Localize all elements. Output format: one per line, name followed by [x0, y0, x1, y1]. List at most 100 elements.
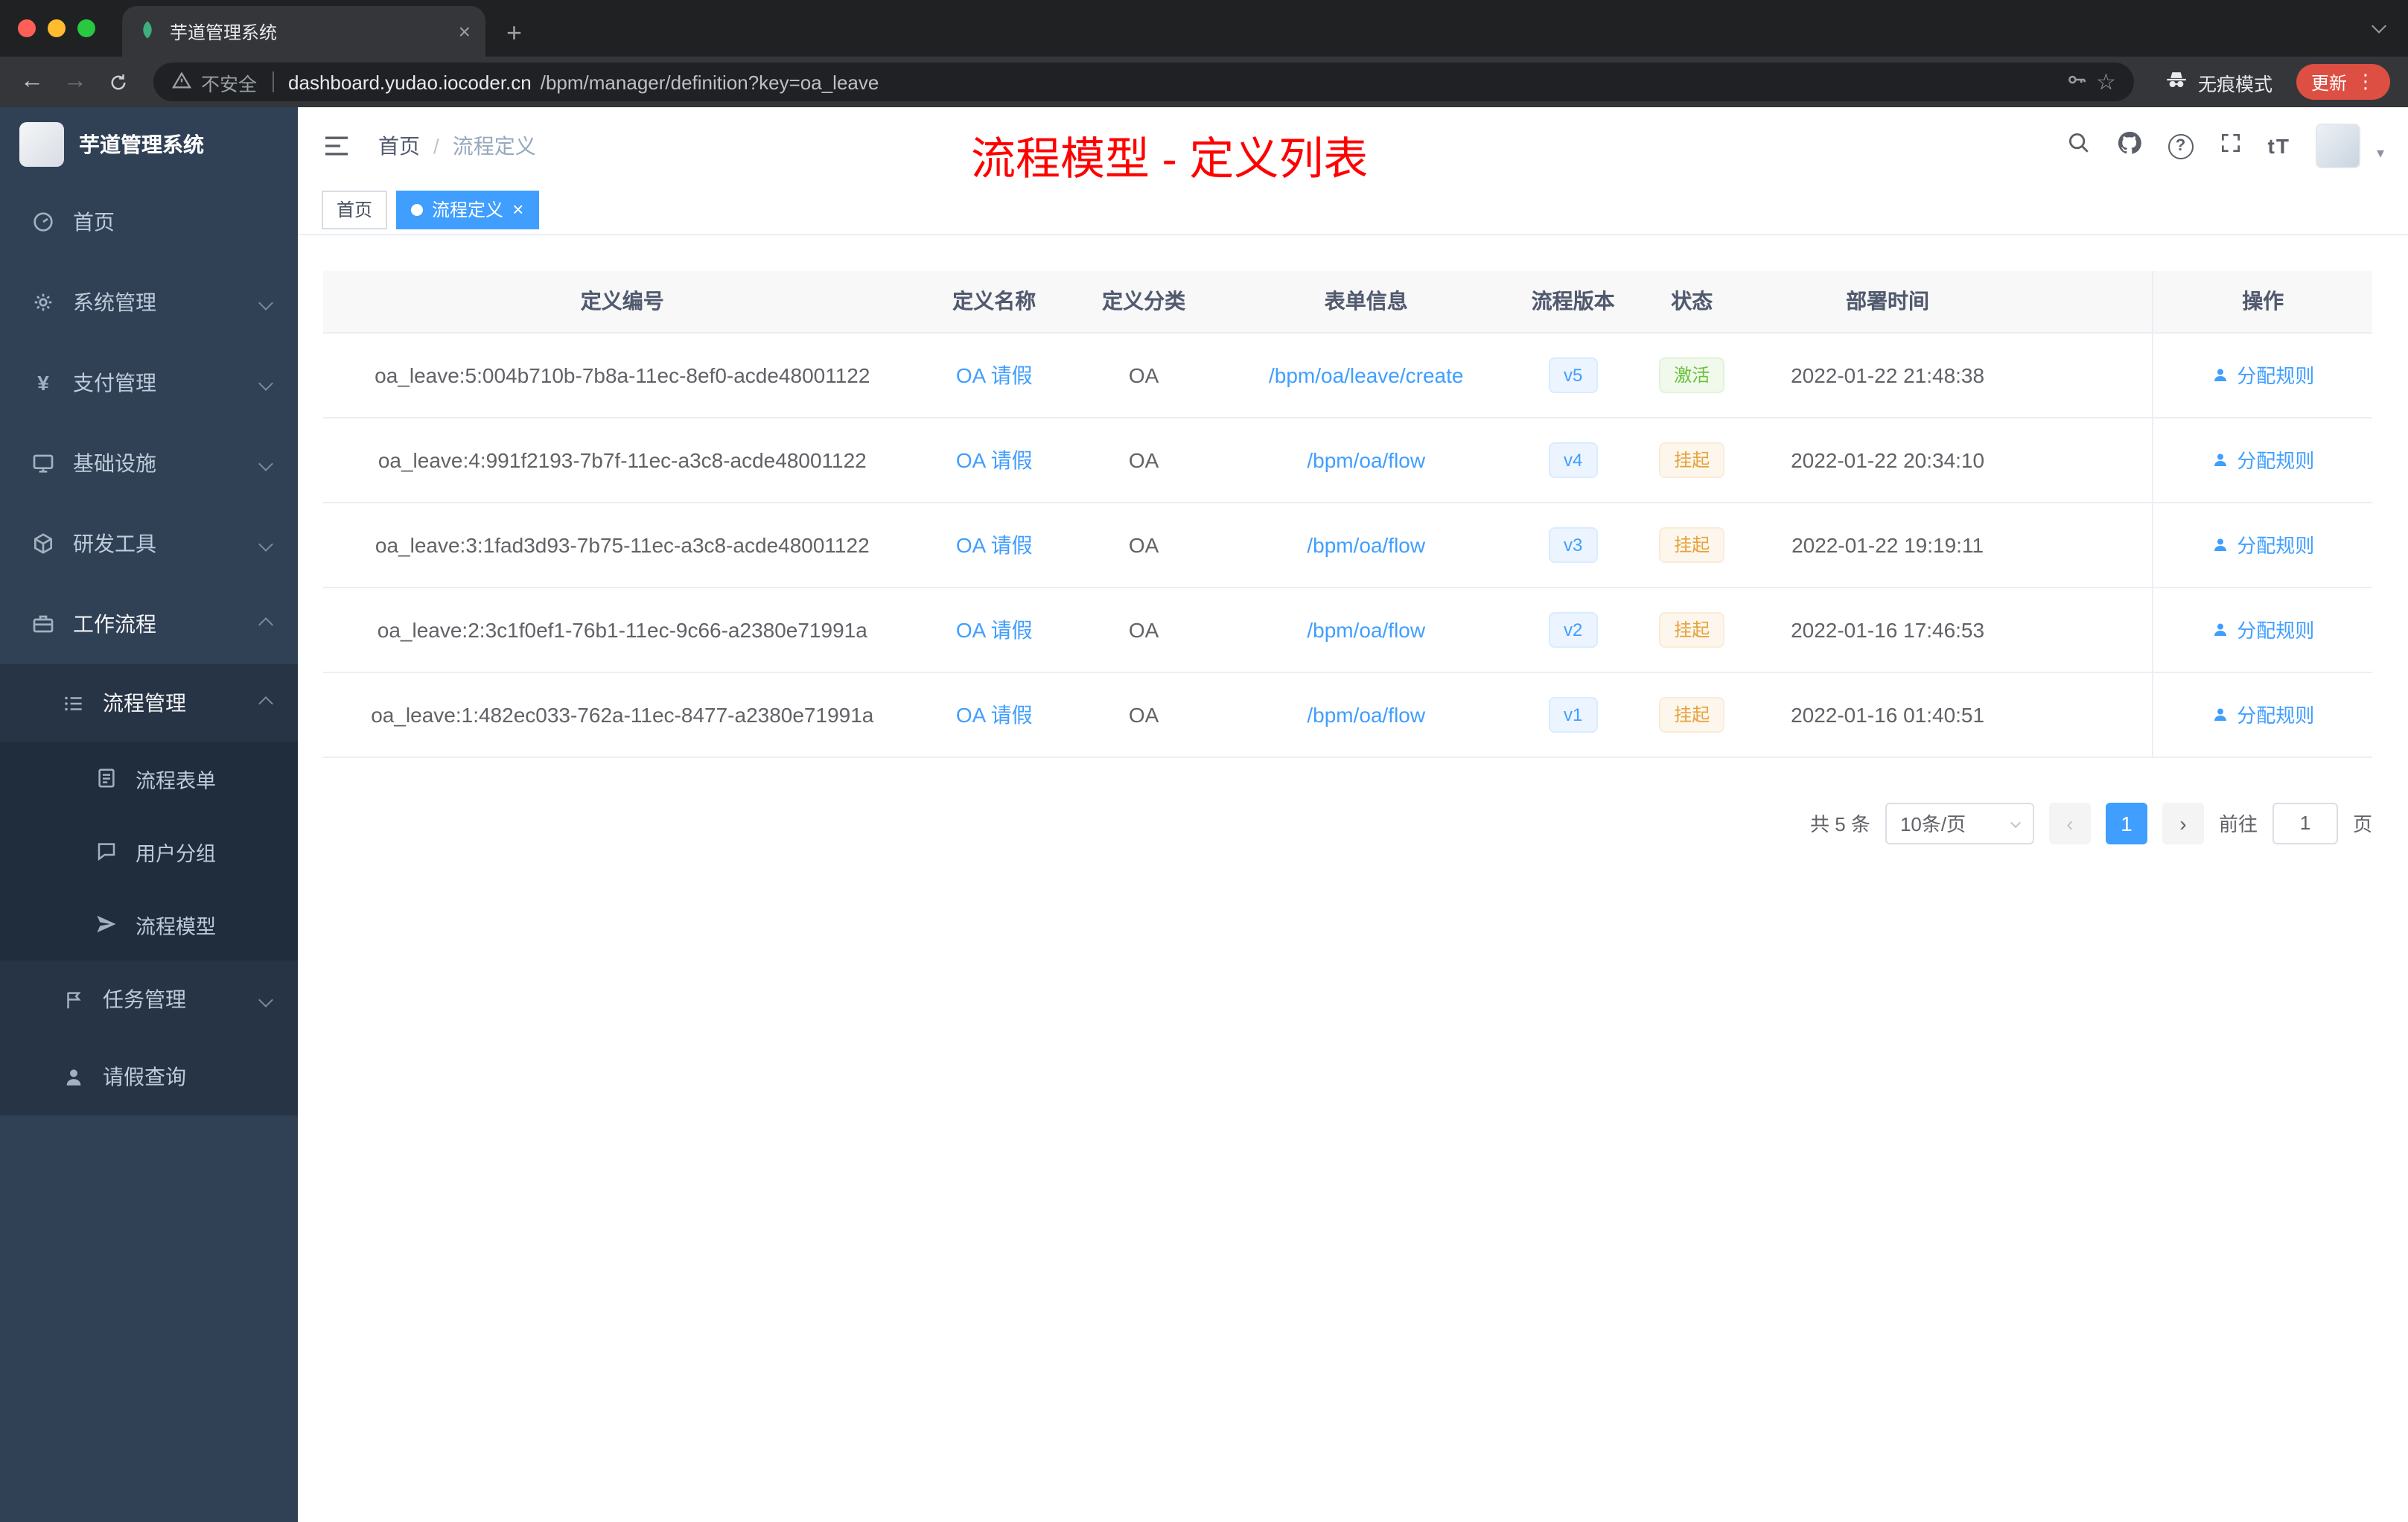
sidebar-item-process-model[interactable]: 流程模型	[0, 888, 298, 961]
yen-icon: ¥	[37, 371, 49, 395]
minimize-window-button[interactable]	[48, 19, 66, 37]
reload-button[interactable]	[98, 71, 138, 93]
table-row: oa_leave:3:1fad3d93-7b75-11ec-a3c8-acde4…	[323, 502, 2372, 588]
status-badge: 激活	[1659, 357, 1725, 392]
column-header-form-info: 表单信息	[1220, 271, 1512, 333]
briefcase-icon	[30, 612, 57, 636]
browser-toolbar: ← → 不安全 dashboard.yudao.iocoder.cn/bpm/m…	[0, 57, 2408, 107]
person-icon	[2214, 538, 2227, 550]
sidebar-item-dev-tools[interactable]: 研发工具	[0, 503, 298, 584]
table-row: oa_leave:4:991f2193-7b7f-11ec-a3c8-acde4…	[323, 417, 2372, 503]
goto-label: 前往	[2218, 813, 2258, 835]
column-header-deploy-time: 部署时间	[1749, 271, 2026, 333]
sidebar-item-user-group[interactable]: 用户分组	[0, 815, 298, 888]
monitor-icon	[30, 451, 57, 475]
form-link[interactable]: /bpm/oa/flow	[1307, 617, 1425, 641]
version-tag: v3	[1548, 526, 1598, 562]
status-badge: 挂起	[1659, 442, 1725, 477]
update-button[interactable]: 更新 ⋮	[2296, 64, 2390, 100]
github-icon[interactable]	[2116, 129, 2143, 163]
assign-rule-link[interactable]: 分配规则	[2211, 615, 2314, 643]
active-dot	[411, 203, 424, 215]
workflow-submenu: 流程管理 流程表单 用户分组 流程模型 任务管理 请假查询	[0, 664, 298, 1115]
definition-name-link[interactable]: OA 请假	[956, 363, 1033, 386]
cell-category: OA	[1066, 672, 1221, 757]
sidebar-item-process-management[interactable]: 流程管理	[0, 664, 298, 742]
sidebar: 芋道管理系统 首页 系统管理 ¥ 支付管理 基础设施 研发工具 工作流程 流程管…	[0, 107, 298, 1522]
sidebar-item-workflow[interactable]: 工作流程	[0, 584, 298, 664]
chevron-down-icon	[258, 536, 273, 551]
menu-dots-icon[interactable]: ⋮	[2356, 70, 2375, 94]
person-icon	[2214, 368, 2227, 380]
back-button[interactable]: ←	[12, 69, 52, 94]
app-logo: 芋道管理系统	[0, 107, 298, 182]
fullscreen-icon[interactable]	[2219, 130, 2243, 162]
definition-name-link[interactable]: OA 请假	[956, 532, 1033, 556]
assign-rule-link[interactable]: 分配规则	[2211, 700, 2314, 728]
sidebar-item-infrastructure[interactable]: 基础设施	[0, 423, 298, 503]
form-link[interactable]: /bpm/oa/flow	[1307, 532, 1425, 556]
close-window-button[interactable]	[18, 19, 36, 37]
sidebar-item-home[interactable]: 首页	[0, 182, 298, 262]
flag-icon	[60, 988, 86, 1010]
sidebar-menu: 首页 系统管理 ¥ 支付管理 基础设施 研发工具 工作流程 流程管理 流程表单 …	[0, 182, 298, 1115]
definition-name-link[interactable]: OA 请假	[956, 617, 1033, 641]
definition-name-link[interactable]: OA 请假	[956, 448, 1033, 471]
sidebar-item-system-management[interactable]: 系统管理	[0, 262, 298, 343]
font-size-icon[interactable]: tT	[2268, 134, 2290, 158]
avatar[interactable]	[2315, 124, 2360, 168]
assign-rule-link[interactable]: 分配规则	[2211, 360, 2314, 389]
form-link[interactable]: /bpm/oa/flow	[1307, 448, 1425, 471]
tab-list-chevron-down-icon[interactable]	[2372, 12, 2386, 39]
version-tag: v5	[1548, 357, 1598, 392]
sidebar-item-process-form[interactable]: 流程表单	[0, 742, 298, 815]
table-header-row: 定义编号 定义名称 定义分类 表单信息 流程版本 状态 部署时间 操作	[323, 271, 2372, 333]
cell-definition-id: oa_leave:5:004b710b-7b8a-11ec-8ef0-acde4…	[323, 332, 922, 418]
sidebar-item-payment-management[interactable]: ¥ 支付管理	[0, 343, 298, 423]
tag-close-icon[interactable]: ×	[512, 198, 523, 220]
cell-category: OA	[1066, 417, 1221, 503]
chevron-down-icon	[258, 375, 273, 390]
person-icon	[60, 1066, 86, 1088]
omnibox-divider	[272, 71, 274, 92]
breadcrumb-home[interactable]: 首页	[378, 131, 420, 161]
browser-tab[interactable]: 芋道管理系统 ×	[122, 6, 485, 57]
address-bar[interactable]: 不安全 dashboard.yudao.iocoder.cn/bpm/manag…	[153, 63, 2134, 101]
page-number-button[interactable]: 1	[2105, 802, 2147, 844]
tag-home[interactable]: 首页	[322, 190, 388, 229]
page-size-select[interactable]: 10条/页	[1885, 802, 2034, 844]
sidebar-item-leave-query[interactable]: 请假查询	[0, 1038, 298, 1115]
url-host: dashboard.yudao.iocoder.cn	[288, 71, 532, 93]
cell-category: OA	[1066, 502, 1221, 588]
tab-title: 芋道管理系统	[170, 22, 278, 42]
logo-image	[19, 122, 64, 167]
next-page-button[interactable]: ›	[2162, 802, 2204, 844]
search-icon[interactable]	[2065, 130, 2091, 162]
forward-button[interactable]: →	[55, 69, 95, 94]
security-label: 不安全	[201, 74, 258, 95]
star-icon[interactable]: ☆	[2096, 69, 2116, 95]
definition-name-link[interactable]: OA 请假	[956, 702, 1033, 726]
content-area: 定义编号 定义名称 定义分类 表单信息 流程版本 状态 部署时间 操作 oa_l…	[298, 235, 2408, 844]
assign-rule-link[interactable]: 分配规则	[2211, 445, 2314, 474]
hamburger-icon[interactable]	[322, 131, 351, 161]
app-title: 芋道管理系统	[79, 133, 204, 156]
avatar-caret-down-icon[interactable]: ▾	[2377, 146, 2384, 168]
key-icon[interactable]	[2065, 69, 2087, 95]
maximize-window-button[interactable]	[77, 19, 95, 37]
incognito-badge: 无痕模式	[2149, 67, 2287, 97]
new-tab-button[interactable]: +	[506, 19, 522, 46]
table-row: oa_leave:1:482ec033-762a-11ec-8477-a2380…	[323, 672, 2372, 757]
tab-close-icon[interactable]: ×	[459, 19, 471, 43]
tag-process-definition[interactable]: 流程定义 ×	[396, 190, 539, 229]
help-icon[interactable]: ?	[2167, 133, 2194, 159]
sidebar-item-task-management[interactable]: 任务管理	[0, 961, 298, 1038]
form-icon	[92, 767, 119, 789]
assign-rule-link[interactable]: 分配规则	[2211, 530, 2314, 558]
form-link[interactable]: /bpm/oa/flow	[1307, 702, 1425, 726]
form-link[interactable]: /bpm/oa/leave/create	[1269, 363, 1464, 386]
column-header-status: 状态	[1634, 271, 1750, 333]
prev-page-button[interactable]: ‹	[2048, 802, 2091, 844]
goto-page-input[interactable]	[2272, 802, 2338, 844]
status-badge: 挂起	[1659, 526, 1725, 562]
